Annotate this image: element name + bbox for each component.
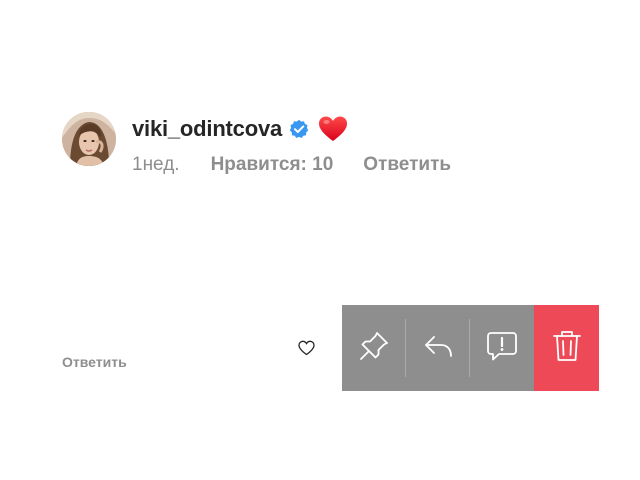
username[interactable]: viki_odintcova [132, 116, 282, 142]
verified-badge-icon [289, 119, 309, 139]
pin-button[interactable] [342, 305, 406, 391]
red-heart-emoji-icon [318, 115, 348, 143]
comment: viki_odintcova 1нед. Нравится: 10 Ответи… [62, 112, 451, 176]
delete-button[interactable] [534, 305, 599, 391]
swiped-comment-reply-label: Ответить [62, 354, 127, 370]
comment-meta: 1нед. Нравится: 10 Ответить [132, 154, 451, 176]
report-button[interactable] [470, 305, 534, 391]
report-icon [485, 329, 519, 368]
reply-arrow-icon [421, 329, 455, 368]
comment-body: viki_odintcova 1нед. Нравится: 10 Ответи… [132, 112, 451, 176]
trash-icon [552, 329, 582, 368]
comment-actions-bar [342, 305, 599, 391]
avatar[interactable] [62, 112, 116, 166]
pin-icon [357, 329, 391, 368]
swiped-comment-reply-button[interactable]: Ответить [62, 354, 142, 370]
reply-button[interactable]: Ответить [363, 154, 451, 176]
heart-outline-icon[interactable] [298, 340, 315, 356]
comment-time: 1нед. [132, 154, 180, 175]
likes-count[interactable]: Нравится: 10 [211, 154, 334, 176]
comments-screen: viki_odintcova 1нед. Нравится: 10 Ответи… [0, 0, 640, 480]
reply-action-button[interactable] [406, 305, 470, 391]
name-row: viki_odintcova [132, 114, 451, 144]
